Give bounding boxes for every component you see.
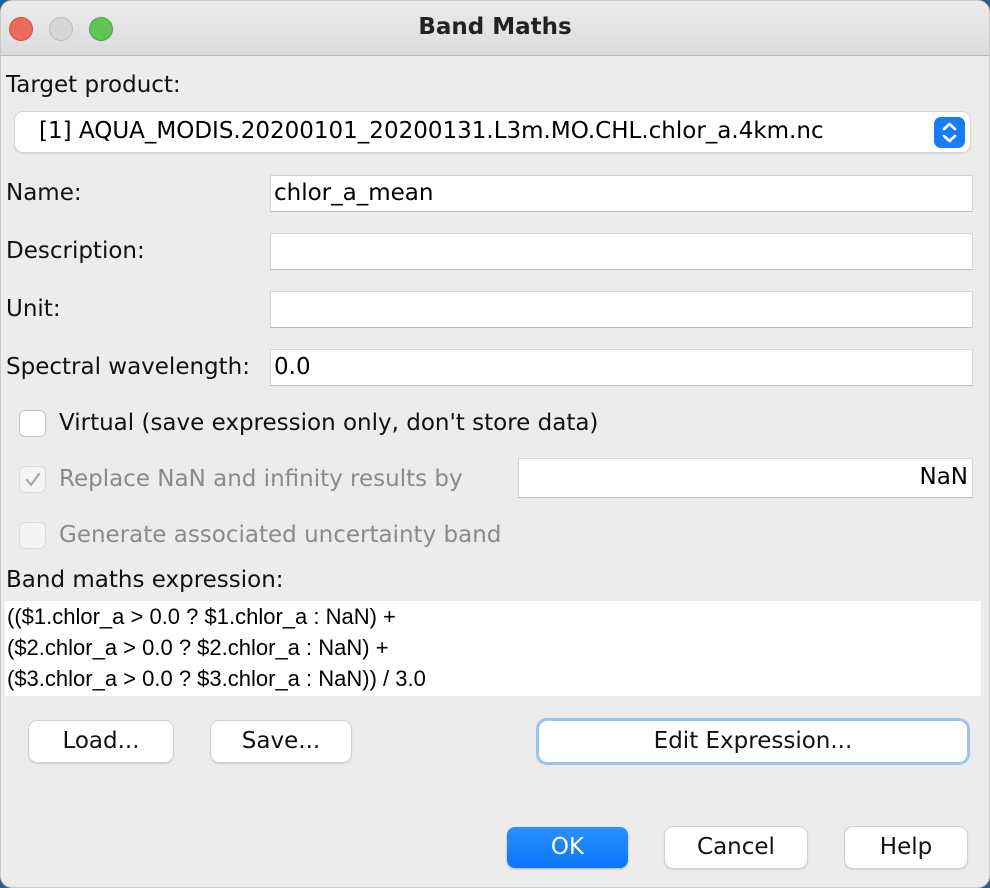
replace-nan-label: Replace NaN and infinity results by: [59, 466, 463, 492]
save-button[interactable]: Save...: [211, 721, 351, 762]
expression-label: Band maths expression:: [6, 567, 284, 593]
spectral-wavelength-input[interactable]: 0.0: [270, 349, 973, 386]
replace-nan-value: NaN: [919, 464, 968, 490]
unit-input[interactable]: [270, 291, 973, 328]
target-product-value: [1] AQUA_MODIS.20200101_20200131.L3m.MO.…: [39, 118, 824, 144]
expression-line: ($3.chlor_a > 0.0 ? $3.chlor_a : NaN)) /…: [7, 666, 426, 691]
name-value: chlor_a_mean: [274, 180, 434, 206]
cancel-button[interactable]: Cancel: [665, 827, 807, 868]
ok-button[interactable]: OK: [507, 827, 628, 868]
expression-textarea[interactable]: (($1.chlor_a > 0.0 ? $1.chlor_a : NaN) +…: [5, 601, 981, 696]
title-bar[interactable]: Band Maths: [1, 1, 989, 56]
uncertainty-label: Generate associated uncertainty band: [59, 522, 502, 548]
expression-line: ($2.chlor_a > 0.0 ? $2.chlor_a : NaN) +: [7, 635, 389, 660]
band-maths-dialog: Band Maths Target product: [1] AQUA_MODI…: [0, 0, 990, 888]
description-label: Description:: [6, 238, 145, 264]
up-down-chevron-icon[interactable]: [934, 117, 965, 148]
uncertainty-checkbox[interactable]: [19, 522, 46, 549]
virtual-label: Virtual (save expression only, don't sto…: [59, 410, 599, 436]
expression-line: (($1.chlor_a > 0.0 ? $1.chlor_a : NaN) +: [7, 604, 396, 629]
window-title: Band Maths: [418, 14, 572, 40]
description-input[interactable]: [270, 233, 973, 270]
name-input[interactable]: chlor_a_mean: [270, 175, 973, 212]
target-product-select[interactable]: [1] AQUA_MODIS.20200101_20200131.L3m.MO.…: [15, 112, 970, 152]
target-product-label: Target product:: [6, 72, 181, 98]
replace-nan-value-input[interactable]: NaN: [518, 458, 973, 498]
virtual-checkbox[interactable]: [19, 410, 46, 437]
edit-expression-button[interactable]: Edit Expression...: [539, 721, 967, 762]
load-button[interactable]: Load...: [29, 721, 173, 762]
replace-nan-checkbox[interactable]: [19, 466, 46, 493]
help-button[interactable]: Help: [845, 827, 967, 868]
checkmark-icon: [25, 472, 41, 487]
spectral-wavelength-value: 0.0: [274, 354, 311, 380]
unit-label: Unit:: [6, 296, 61, 322]
spectral-wavelength-label: Spectral wavelength:: [6, 354, 250, 380]
name-label: Name:: [6, 180, 82, 206]
